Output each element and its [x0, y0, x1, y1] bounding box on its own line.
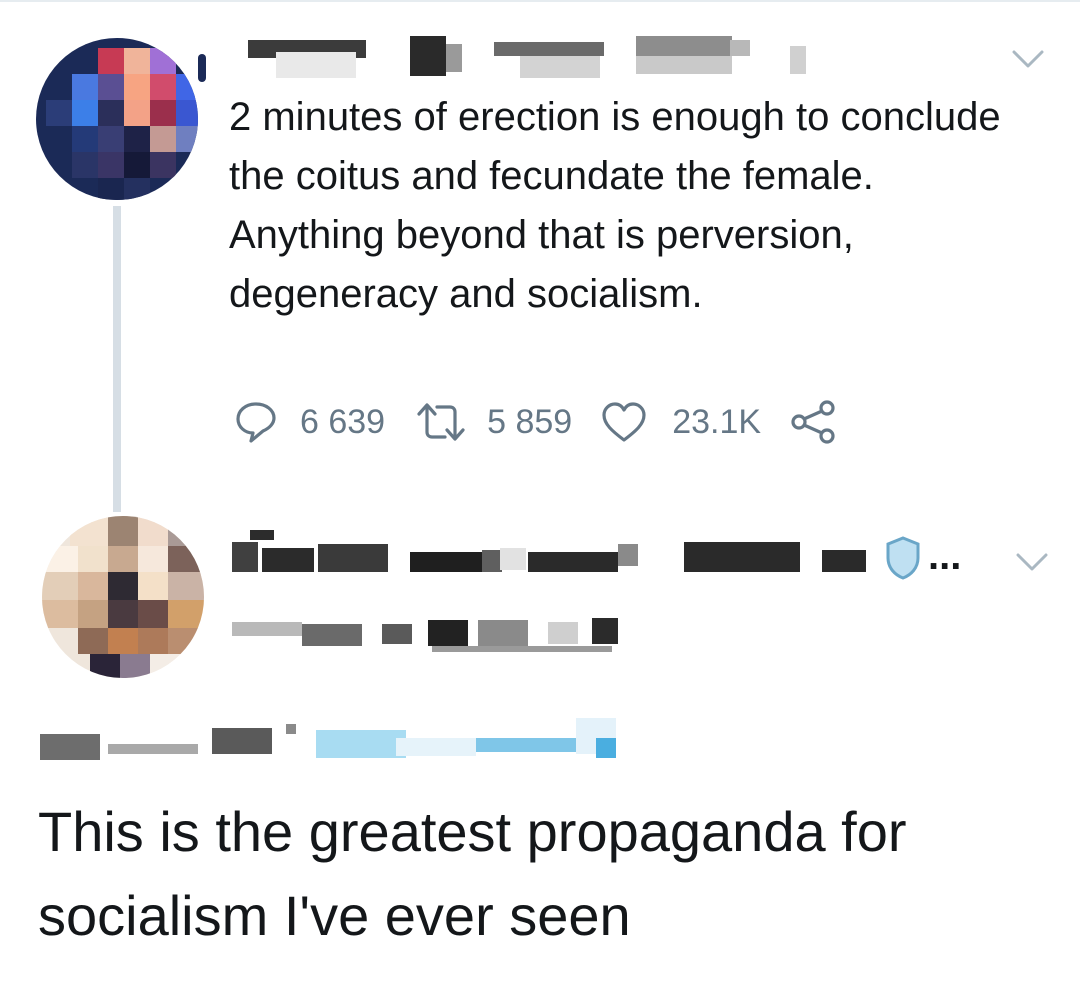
tweet-text: This is the greatest propaganda for soci… — [38, 800, 907, 947]
retweet-count: 5 859 — [487, 402, 573, 441]
retweet-button[interactable]: 5 859 — [413, 400, 572, 444]
reply-count: 6 639 — [300, 402, 386, 441]
name-ellipsis: ... — [928, 534, 962, 578]
redacted-replying-to — [36, 716, 636, 766]
redacted-user-name — [230, 32, 830, 80]
avatar[interactable] — [42, 516, 204, 678]
share-button[interactable] — [789, 398, 837, 446]
tweet-text: 2 minutes of erection is enough to concl… — [229, 95, 1001, 316]
thread-line — [113, 206, 121, 512]
top-divider — [0, 0, 1080, 2]
share-icon — [791, 400, 835, 444]
avatar-fragment — [198, 54, 206, 82]
tweet-actions: 6 639 5 859 23.1K — [234, 396, 865, 448]
retweet-icon — [417, 403, 465, 441]
verified-badge-icon — [886, 536, 920, 580]
reply-icon — [236, 402, 276, 443]
redacted-display-name: ... — [232, 528, 972, 588]
like-button[interactable]: 23.1K — [600, 400, 761, 444]
chevron-down-icon[interactable] — [1008, 44, 1048, 74]
chevron-down-icon[interactable] — [1012, 547, 1052, 577]
reply-button[interactable]: 6 639 — [234, 400, 385, 444]
like-icon — [602, 402, 646, 442]
redacted-handle — [232, 600, 642, 656]
like-count: 23.1K — [672, 402, 762, 441]
avatar[interactable] — [36, 38, 198, 200]
